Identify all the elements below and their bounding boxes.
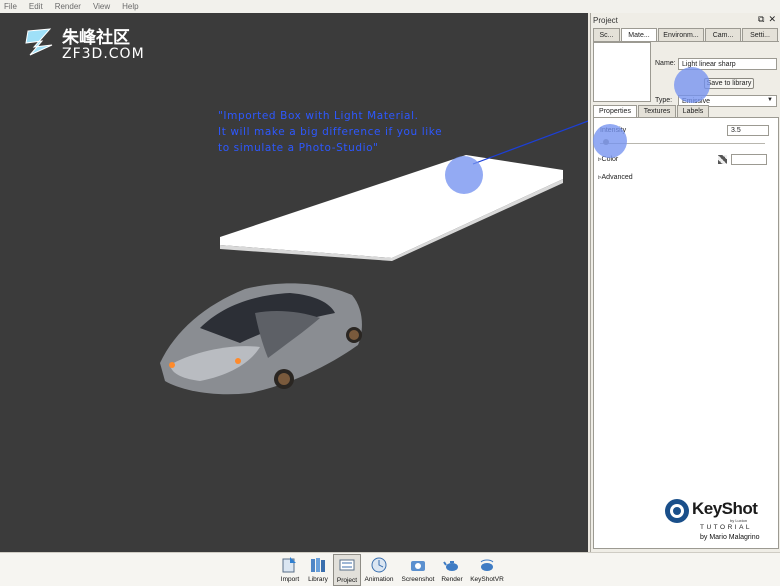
- close-panel-icon[interactable]: ✕: [768, 14, 776, 25]
- tab-camera[interactable]: Cam...: [705, 28, 741, 42]
- screenshot-icon: [411, 561, 425, 571]
- keyshotvr-button[interactable]: KeyShotVR: [470, 554, 504, 586]
- library-button[interactable]: Library: [306, 554, 330, 586]
- import-button[interactable]: Import: [279, 554, 301, 586]
- bottom-toolbar: Import Library Project Animation Screens…: [0, 552, 780, 586]
- panel-title-label: Project: [593, 15, 618, 25]
- menu-bar: File Edit Render View Help: [0, 0, 780, 13]
- advanced-expander[interactable]: ▹Advanced: [598, 173, 633, 181]
- light-box: [220, 155, 563, 258]
- tab-textures[interactable]: Textures: [638, 105, 676, 117]
- render-viewport[interactable]: 朱峰社区 ZF3D.COM "Imported Box with Light M…: [0, 13, 588, 552]
- keyshotvr-label: KeyShotVR: [470, 576, 504, 583]
- menu-file[interactable]: File: [4, 2, 17, 11]
- render-label: Render: [441, 576, 463, 583]
- keyshot-logo-icon: [665, 499, 689, 523]
- annotation-pointer-line: [472, 120, 588, 165]
- chevron-down-icon: ▼: [767, 97, 773, 103]
- render-teapot-icon: [443, 561, 458, 571]
- material-sub-tabs: Properties Textures Labels: [593, 105, 779, 117]
- save-to-library-button[interactable]: Save to library: [704, 78, 754, 89]
- material-preview[interactable]: [593, 42, 651, 102]
- project-button[interactable]: Project: [333, 554, 361, 586]
- car-model: [160, 283, 362, 395]
- project-panel: Project ⧉ ✕ Sc... Mate... Environm... Ca…: [590, 13, 780, 552]
- panel-title: Project ⧉ ✕: [591, 13, 780, 27]
- tab-environment[interactable]: Environm...: [658, 28, 704, 42]
- animation-icon: [371, 557, 387, 573]
- animation-button[interactable]: Animation: [364, 554, 394, 586]
- float-panel-icon[interactable]: ⧉: [758, 14, 764, 25]
- screenshot-label: Screenshot: [401, 576, 435, 583]
- tutorial-label: TUTORIAL: [700, 524, 753, 531]
- highlight-circle-intensity: [593, 124, 627, 158]
- import-icon: [282, 557, 296, 573]
- render-button[interactable]: Render: [440, 554, 464, 586]
- project-tabs: Sc... Mate... Environm... Cam... Setti..…: [593, 28, 779, 42]
- menu-help[interactable]: Help: [122, 2, 138, 11]
- animation-label: Animation: [364, 576, 394, 583]
- tab-settings[interactable]: Setti...: [742, 28, 778, 42]
- keyshotvr-icon: [480, 559, 494, 571]
- tab-scene[interactable]: Sc...: [593, 28, 620, 42]
- keyshot-title: KeyShot: [692, 499, 758, 518]
- tab-properties[interactable]: Properties: [593, 105, 637, 117]
- highlight-circle-light-box: [445, 156, 483, 194]
- menu-render[interactable]: Render: [55, 2, 81, 11]
- menu-edit[interactable]: Edit: [29, 2, 43, 11]
- project-icon: [339, 559, 355, 571]
- name-label: Name:: [655, 60, 676, 67]
- author-label: by Mario Malagrino: [700, 534, 760, 541]
- keyshot-by-luxion: by Luxion: [730, 518, 748, 523]
- library-icon: [311, 558, 325, 572]
- intensity-field[interactable]: 3.5: [727, 125, 769, 136]
- type-label: Type:: [655, 97, 673, 104]
- highlight-circle-type: [674, 67, 710, 103]
- color-swatch[interactable]: [731, 154, 767, 165]
- keyshot-window: File Edit Render View Help 朱峰社区 ZF3D.COM…: [0, 0, 780, 586]
- library-label: Library: [308, 576, 328, 583]
- tab-labels[interactable]: Labels: [677, 105, 709, 117]
- scene-objects: [160, 120, 588, 395]
- import-label: Import: [280, 576, 300, 583]
- properties-area: Intensity 3.5 ▹Color ▹Advanced KeyShot b…: [593, 117, 779, 549]
- keyshot-branding: KeyShot by Luxion TUTORIAL by Mario Mala…: [664, 498, 778, 548]
- texture-map-icon[interactable]: [718, 155, 727, 164]
- advanced-label: Advanced: [601, 174, 633, 181]
- tab-material[interactable]: Mate...: [621, 28, 657, 42]
- menu-view[interactable]: View: [93, 2, 110, 11]
- project-label: Project: [336, 577, 358, 584]
- screenshot-button[interactable]: Screenshot: [400, 554, 436, 586]
